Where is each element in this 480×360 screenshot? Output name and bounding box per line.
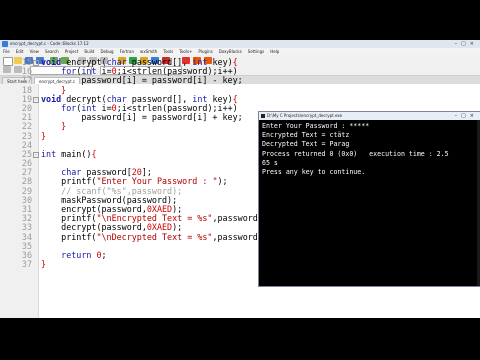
window-controls[interactable]: –□×: [455, 41, 478, 47]
code-text: printf("\nDecrypted Text = %s",password)…: [41, 231, 268, 242]
code-line[interactable]: 17 password[i] = password[i] - key;: [0, 76, 480, 85]
letterbox-top: [0, 0, 480, 40]
menu-item-search[interactable]: Search: [45, 49, 59, 54]
code-text: }: [41, 260, 46, 269]
code-text: int main(){: [41, 148, 97, 159]
menu-item-wxsmith[interactable]: wxSmith: [140, 49, 157, 54]
code-token: {: [91, 148, 97, 159]
code-token: main(): [56, 148, 92, 159]
code-token: ;: [101, 249, 107, 260]
fold-toggle-icon[interactable]: -: [33, 151, 39, 158]
code-text: password[i] = password[i] - key;: [41, 75, 243, 86]
menu-item-settings[interactable]: Settings: [248, 49, 264, 54]
console-title: D:\My C Projects\encrypt_decrypt.exe: [267, 113, 343, 118]
code-token: printf(: [41, 231, 97, 242]
console-icon: [261, 114, 265, 118]
menu-bar: File Edit View Search Project Build Debug Fortr…: [0, 48, 480, 55]
code-token: );: [217, 176, 228, 187]
fold-toggle-icon[interactable]: -: [33, 60, 39, 66]
menu-item-tools-[interactable]: Tools+: [179, 49, 192, 54]
code-token: "\nDecrypted Text = %s": [96, 231, 213, 242]
menu-item-file[interactable]: File: [3, 49, 10, 54]
console-output: Enter Your Password : ***** Encrypted Te…: [262, 122, 449, 177]
menu-item-project[interactable]: Project: [65, 49, 79, 54]
line-number: 37: [21, 259, 32, 270]
code-token: }: [41, 259, 47, 270]
console-window-controls[interactable]: –□×: [455, 112, 478, 120]
menu-item-debug[interactable]: Debug: [100, 49, 113, 54]
app-icon: [2, 41, 8, 47]
menu-item-help[interactable]: Help: [270, 49, 279, 54]
menu-item-plugins[interactable]: Plugins: [198, 49, 212, 54]
menu-item-tools[interactable]: Tools: [163, 49, 173, 54]
fold-toggle-icon[interactable]: -: [33, 96, 39, 103]
code-token: password[i] = password[i] - key;: [41, 75, 243, 86]
menu-item-fortran[interactable]: Fortran: [120, 49, 134, 54]
menu-item-edit[interactable]: Edit: [16, 49, 24, 54]
console-window[interactable]: D:\My C Projects\encrypt_decrypt.exe –□×…: [258, 111, 480, 287]
menu-item-build[interactable]: Build: [84, 49, 94, 54]
code-text: return 0;: [41, 249, 107, 260]
code-token: }: [41, 130, 47, 141]
code-token: int: [41, 148, 57, 159]
code-token: return: [61, 249, 92, 260]
menu-item-doxyblocks[interactable]: DoxyBlocks: [219, 49, 242, 54]
console-titlebar: D:\My C Projects\encrypt_decrypt.exe –□×: [259, 112, 480, 120]
window-title: encrypt_decrypt.c - Code::Blocks 17.12: [10, 41, 89, 46]
code-token: password[i] = password[i] + key;: [41, 112, 243, 123]
code-text: password[i] = password[i] + key;: [41, 112, 243, 123]
code-token: }: [61, 121, 67, 132]
window-titlebar: encrypt_decrypt.c - Code::Blocks 17.12 –…: [0, 40, 480, 48]
code-text: }: [41, 130, 47, 141]
letterbox-bottom: [0, 318, 480, 360]
menu-item-view[interactable]: View: [29, 49, 39, 54]
